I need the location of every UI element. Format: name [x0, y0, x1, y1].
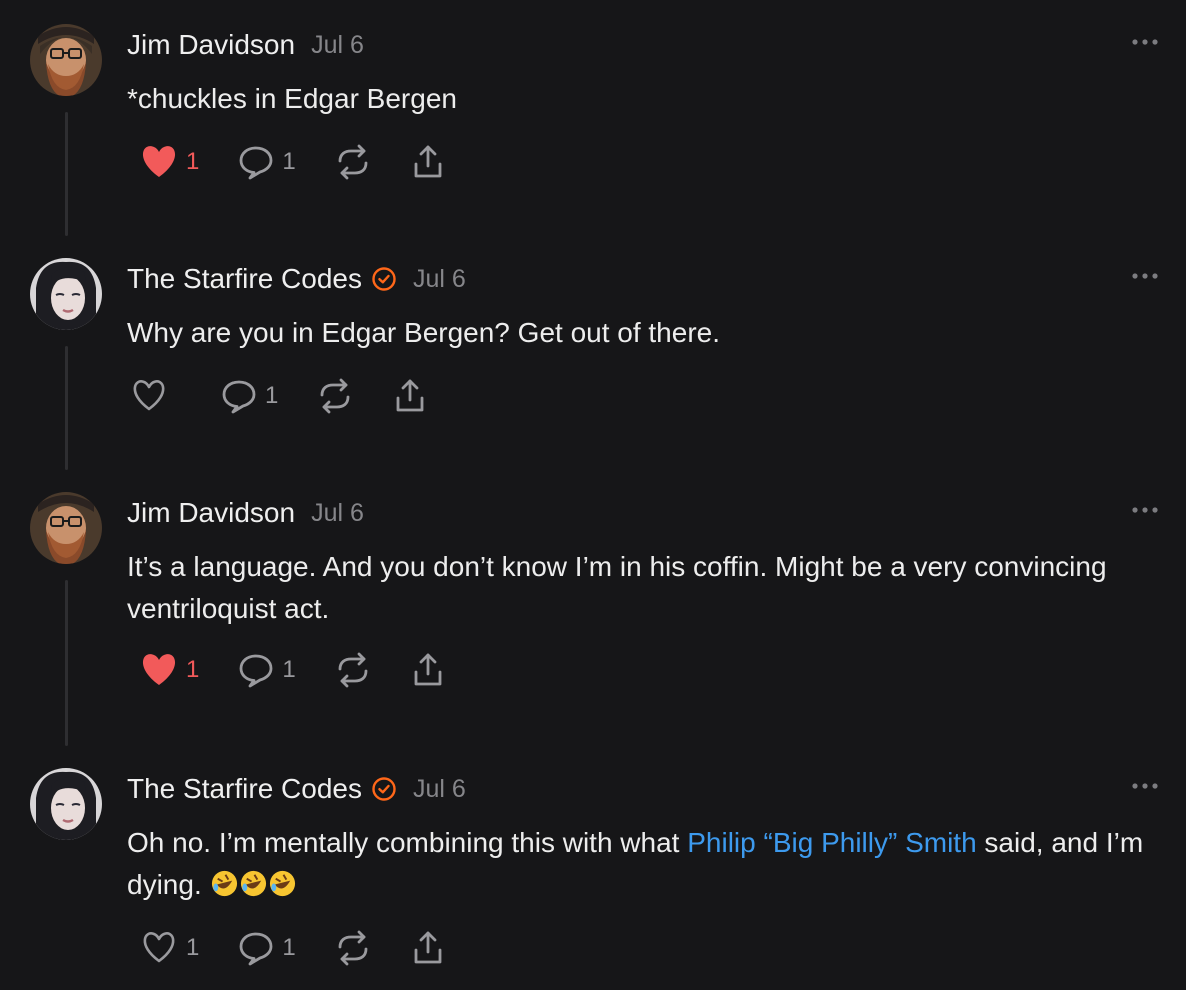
more-options-icon[interactable]	[1130, 34, 1160, 50]
comment-text: Oh no. I’m mentally combining this with …	[127, 822, 1157, 906]
author-row: The Starfire Codes Jul 6	[127, 772, 466, 806]
post-date[interactable]: Jul 6	[413, 262, 466, 296]
avatar[interactable]	[30, 24, 102, 96]
share-button[interactable]	[410, 142, 446, 182]
like-count: 1	[186, 148, 200, 175]
share-icon	[414, 653, 442, 686]
share-button[interactable]	[392, 376, 428, 416]
author-name[interactable]: Jim Davidson	[127, 28, 295, 62]
action-bar: 1 1	[140, 142, 485, 182]
comment-text: *chuckles in Edgar Bergen	[127, 83, 457, 114]
comment-bubble-icon	[239, 932, 273, 966]
more-options-icon[interactable]	[1130, 778, 1160, 794]
share-button[interactable]	[410, 650, 446, 690]
restack-icon	[320, 378, 350, 414]
thread-line	[65, 580, 68, 746]
comment-button[interactable]: 1	[221, 376, 278, 416]
share-icon	[414, 145, 442, 178]
like-button[interactable]: 1	[140, 650, 199, 690]
restack-icon	[338, 652, 368, 688]
post-date[interactable]: Jul 6	[413, 772, 466, 806]
verified-check-icon	[372, 267, 396, 291]
thread-line	[65, 346, 68, 470]
restack-button[interactable]	[335, 928, 371, 968]
heart-icon	[143, 932, 175, 963]
more-options-icon[interactable]	[1130, 268, 1160, 284]
comment-count: 1	[282, 656, 296, 683]
comment-bubble-icon	[239, 654, 273, 688]
action-bar: 1 1	[140, 650, 485, 690]
share-icon	[414, 931, 442, 964]
mention-link[interactable]: Philip “Big Philly” Smith	[687, 827, 976, 858]
comment-button[interactable]: 1	[238, 928, 296, 968]
comment-text-part: Oh no. I’m mentally combining this with …	[127, 827, 688, 858]
action-bar: 1	[130, 376, 467, 416]
action-bar: 1 1	[140, 928, 485, 968]
heart-icon	[133, 380, 165, 411]
like-button[interactable]: 1	[140, 142, 199, 182]
avatar[interactable]	[30, 258, 102, 330]
restack-button[interactable]	[335, 142, 371, 182]
like-button[interactable]: 1	[140, 928, 199, 968]
author-row: The Starfire Codes Jul 6	[127, 262, 466, 296]
author-name[interactable]: Jim Davidson	[127, 496, 295, 530]
avatar[interactable]	[30, 768, 102, 840]
restack-icon	[338, 144, 368, 180]
thread-line	[65, 112, 68, 236]
restack-button[interactable]	[335, 650, 371, 690]
comment-count: 1	[282, 934, 296, 961]
share-button[interactable]	[410, 928, 446, 968]
comment-count: 1	[265, 382, 279, 409]
comment-bubble-icon	[239, 146, 273, 180]
like-count: 1	[186, 934, 200, 961]
author-row: Jim Davidson Jul 6	[127, 496, 364, 530]
more-options-icon[interactable]	[1130, 502, 1160, 518]
comment-button[interactable]: 1	[238, 650, 296, 690]
restack-button[interactable]	[317, 376, 353, 416]
share-icon	[396, 379, 424, 412]
restack-icon	[338, 930, 368, 966]
comment-count: 1	[282, 148, 296, 175]
post-date[interactable]: Jul 6	[311, 28, 364, 62]
author-name[interactable]: The Starfire Codes	[127, 262, 362, 296]
heart-icon	[142, 146, 176, 177]
comment-button[interactable]: 1	[238, 142, 296, 182]
rolling-on-floor-laughing-emoji	[210, 869, 297, 900]
verified-check-icon	[372, 777, 396, 801]
author-row: Jim Davidson Jul 6	[127, 28, 364, 62]
author-name[interactable]: The Starfire Codes	[127, 772, 362, 806]
comment-text: Why are you in Edgar Bergen? Get out of …	[127, 317, 721, 348]
comment-bubble-icon	[222, 380, 256, 414]
avatar[interactable]	[30, 492, 102, 564]
heart-icon	[142, 654, 176, 685]
comment-text: It’s a language. And you don’t know I’m …	[127, 551, 1107, 624]
like-count: 1	[186, 656, 200, 683]
post-date[interactable]: Jul 6	[311, 496, 364, 530]
like-button[interactable]	[130, 376, 176, 416]
